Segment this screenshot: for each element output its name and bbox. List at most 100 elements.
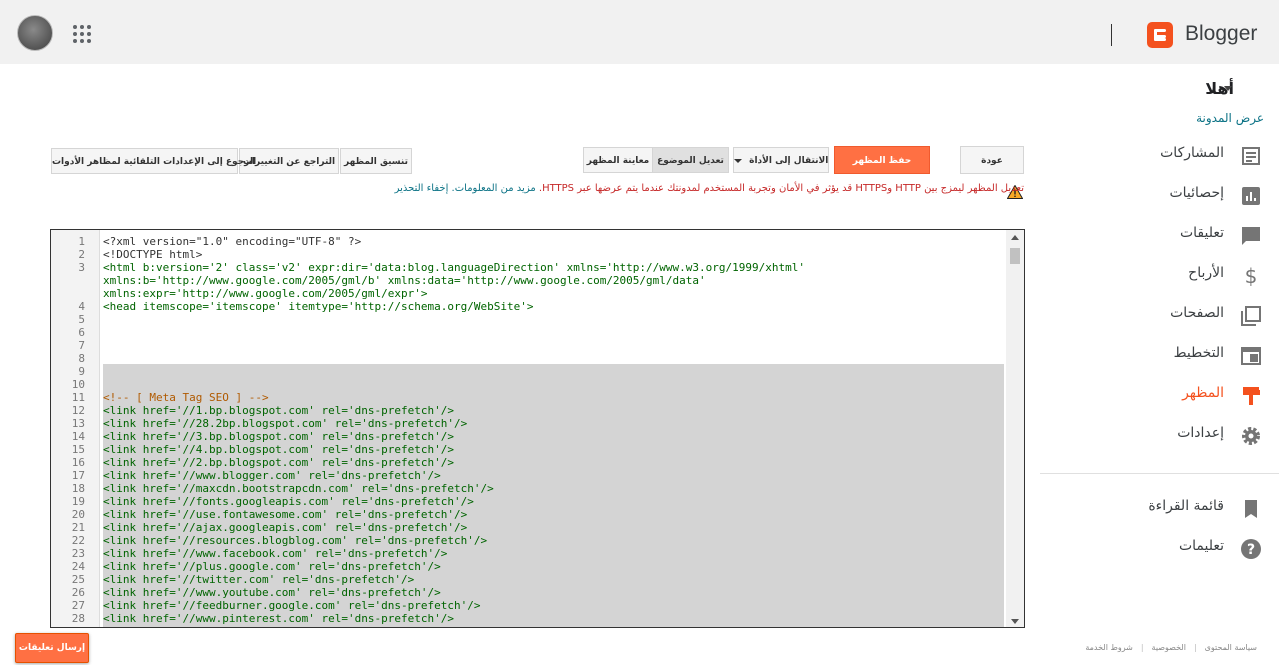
code-line: 4 <head itemscope='itemscope' itemtype='h… [51,300,1011,313]
warning-text: تعديل المظهر ليمزج بين HTTP وHTTPS قد يؤ… [538,183,1024,194]
save-theme-button[interactable]: حفظ المظهر [834,146,930,174]
blogger-logo-icon[interactable] [1147,22,1173,48]
code-text: <link href='//www.blogger.com' rel='dns-… [103,469,441,482]
line-number: 13 [71,417,85,430]
send-feedback-button[interactable]: إرسال تعليقات [15,633,89,663]
code-line: 8 [51,352,1011,365]
code-line: 1 <?xml version="1.0" encoding="UTF-8" ?> [51,235,1011,248]
line-number: 20 [71,508,85,521]
terms-link[interactable]: شروط الخدمة [1085,643,1133,652]
view-blog-link[interactable]: عرض المدونة [1196,111,1264,125]
line-number: 9 [78,365,85,378]
sidebar-item-stats[interactable]: إحصائيات [1040,180,1279,210]
line-number: 6 [78,326,85,339]
code-line: 19 <link href='//fonts.googleapis.com' re… [51,495,1011,508]
vertical-scrollbar[interactable] [1006,230,1024,627]
line-number: 10 [71,378,85,391]
sidebar-item-earnings[interactable]: الأرباح $ [1040,260,1279,290]
code-text: <link href='//twitter.com' rel='dns-pref… [103,573,415,586]
header-divider [1111,24,1112,46]
code-text: <head itemscope='itemscope' itemtype='ht… [103,300,534,313]
code-line: 25 <link href='//twitter.com' rel='dns-pr… [51,573,1011,586]
code-text: <link href='//use.fontawesome.com' rel='… [103,508,468,521]
code-text: xmlns:expr='http://www.google.com/2005/g… [103,287,428,300]
comments-icon [1242,227,1260,245]
privacy-link[interactable]: الخصوصية [1152,643,1186,652]
warning-links[interactable]: مزيد من المعلومات. إخفاء التحذير [395,183,536,194]
sidebar-item-theme[interactable]: المظهر [1040,380,1279,410]
line-number: 14 [71,430,85,443]
brand-name[interactable]: Blogger [1185,22,1257,46]
line-number: 25 [71,573,85,586]
sidebar-item-label: الأرباح [1188,265,1224,281]
code-line: 5 [51,313,1011,326]
line-number: 22 [71,534,85,547]
pages-icon [1241,306,1261,326]
revert-widgets-button[interactable]: الرجوع إلى الإعدادات التلقائية لمظاهر ال… [51,148,256,174]
back-button[interactable]: عودة [960,146,1024,174]
line-number: 27 [71,599,85,612]
code-text: <html b:version='2' class='v2' expr:dir=… [103,261,805,274]
scroll-down-icon[interactable] [1011,619,1019,624]
code-line: 6 [51,326,1011,339]
code-text: <?xml version="1.0" encoding="UTF-8" ?> [103,235,362,248]
code-line: 3 <html b:version='2' class='v2' expr:dir… [51,261,1011,274]
line-number: 18 [71,482,85,495]
theme-icon [1243,387,1260,405]
jump-to-widget-label: الانتقال إلى الأداة [749,156,829,166]
sidebar-item-comments[interactable]: تعليقات [1040,220,1279,250]
code-line: 2 <!DOCTYPE html> [51,248,1011,261]
sidebar-item-label: التخطيط [1173,345,1224,361]
http-warning: تعديل المظهر ليمزج بين HTTP وHTTPS قد يؤ… [395,183,1024,194]
code-line: 13 <link href='//28.2bp.blogspot.com' rel… [51,417,1011,430]
code-line: 22 <link href='//resources.blogblog.com' … [51,534,1011,547]
scroll-up-icon[interactable] [1011,235,1019,240]
sidebar-item-label: تعليمات [1178,538,1224,554]
format-theme-button[interactable]: تنسيق المظهر [340,148,412,174]
apps-grid-icon[interactable] [73,25,91,43]
settings-icon [1242,427,1260,445]
html-code-editor[interactable]: 1 <?xml version="1.0" encoding="UTF-8" ?>… [50,229,1025,628]
code-text: <link href='//www.youtube.com' rel='dns-… [103,586,441,599]
code-text: xmlns:b='http://www.google.com/2005/gml/… [103,274,706,287]
sidebar-item-label: المظهر [1182,385,1224,401]
avatar[interactable] [17,15,53,51]
line-number: 4 [78,300,85,313]
line-number: 3 [78,261,85,274]
line-number: 8 [78,352,85,365]
content-policy-link[interactable]: سياسة المحتوى [1205,643,1257,652]
sidebar-divider [1040,473,1279,474]
code-text: <link href='//www.facebook.com' rel='dns… [103,547,448,560]
line-number: 17 [71,469,85,482]
sidebar-item-pages[interactable]: الصفحات [1040,300,1279,330]
sidebar-item-help[interactable]: تعليمات ? [1040,533,1279,563]
code-line: xmlns:b='http://www.google.com/2005/gml/… [51,274,1011,287]
scrollbar-thumb[interactable] [1010,248,1020,264]
posts-icon [1242,147,1260,165]
chevron-down-icon[interactable] [1224,86,1232,91]
code-line: 14 <link href='//3.bp.blogspot.com' rel='… [51,430,1011,443]
line-number: 12 [71,404,85,417]
sidebar-item-settings[interactable]: إعدادات [1040,420,1279,450]
sidebar-item-reading-list[interactable]: قائمة القراءة [1040,493,1279,523]
preview-theme-button[interactable]: معاينة المظهر [583,147,653,173]
code-text: <link href='//fonts.googleapis.com' rel=… [103,495,474,508]
code-text: <link href='//3.bp.blogspot.com' rel='dn… [103,430,454,443]
layout-icon [1241,347,1261,365]
code-text: <link href='//1.bp.blogspot.com' rel='dn… [103,404,454,417]
code-text: <link href='//2.bp.blogspot.com' rel='dn… [103,456,454,469]
sidebar-item-label: تعليقات [1179,225,1224,241]
sidebar-item-label: إعدادات [1177,425,1224,441]
line-number: 23 [71,547,85,560]
code-text: <!DOCTYPE html> [103,248,203,261]
jump-to-widget-dropdown[interactable]: الانتقال إلى الأداة [733,147,829,173]
sidebar-item-layout[interactable]: التخطيط [1040,340,1279,370]
code-text: <link href='//feedburner.google.com' rel… [103,599,481,612]
code-line: 17 <link href='//www.blogger.com' rel='dn… [51,469,1011,482]
chevron-down-icon [734,158,742,163]
svg-text:$: $ [1245,264,1258,288]
line-number: 26 [71,586,85,599]
edit-theme-button[interactable]: تعديل الموضوع [652,147,729,173]
line-number: 5 [78,313,85,326]
sidebar-item-posts[interactable]: المشاركات [1040,140,1279,170]
